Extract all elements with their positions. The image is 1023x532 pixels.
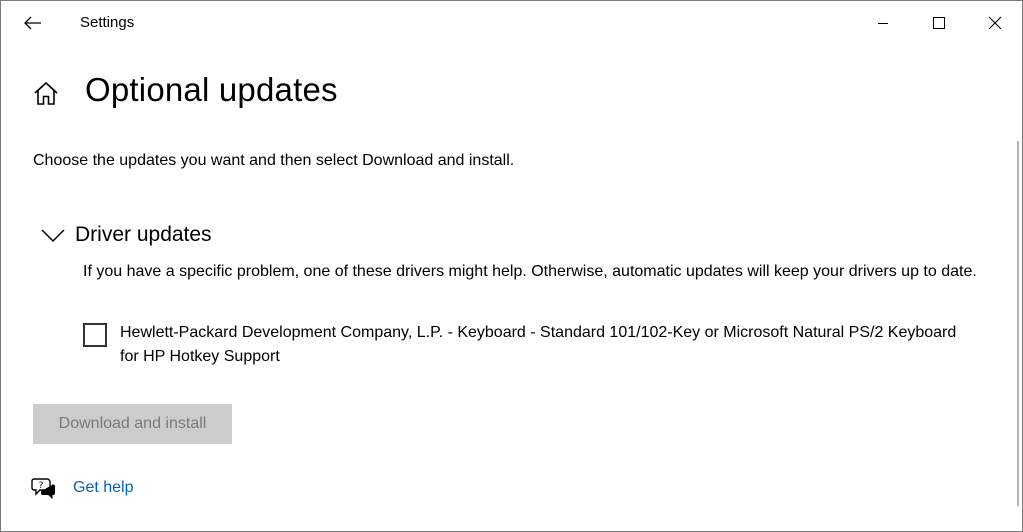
close-icon: [988, 16, 1002, 30]
window-title: Settings: [80, 14, 135, 31]
download-and-install-button[interactable]: Download and install: [33, 404, 232, 444]
maximize-button[interactable]: [911, 1, 967, 45]
svg-text:?: ?: [39, 481, 44, 491]
chevron-down-icon: [41, 229, 65, 243]
home-icon[interactable]: [33, 81, 59, 107]
title-bar: Settings: [1, 1, 1022, 45]
driver-label[interactable]: Hewlett-Packard Development Company, L.P…: [120, 321, 960, 369]
driver-checkbox[interactable]: [83, 323, 107, 347]
back-arrow-icon: [24, 16, 41, 30]
scrollbar[interactable]: [1017, 141, 1019, 506]
help-chat-icon: ?: [31, 478, 55, 500]
settings-window: Settings Optional updates Choose the upd…: [0, 0, 1023, 532]
driver-updates-toggle[interactable]: Driver updates: [39, 220, 212, 250]
get-help-row: ? Get help: [31, 476, 133, 500]
intro-text: Choose the updates you want and then sel…: [33, 152, 515, 169]
minimize-button[interactable]: [855, 1, 911, 45]
back-button[interactable]: [15, 7, 51, 39]
driver-item: Hewlett-Packard Development Company, L.P…: [83, 321, 963, 369]
page-title: Optional updates: [85, 71, 338, 108]
section-description: If you have a specific problem, one of t…: [83, 263, 977, 280]
section-title: Driver updates: [75, 223, 212, 246]
get-help-link[interactable]: Get help: [73, 479, 133, 497]
close-button[interactable]: [967, 1, 1022, 45]
minimize-icon: [878, 23, 888, 24]
maximize-icon: [933, 17, 945, 29]
